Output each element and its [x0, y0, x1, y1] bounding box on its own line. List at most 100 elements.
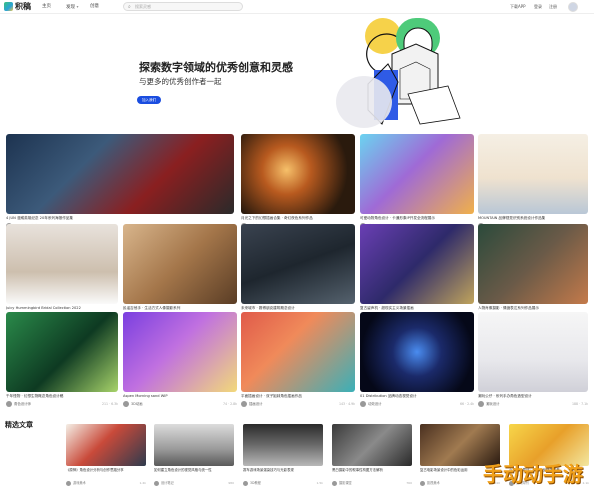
work-card[interactable]: MOUNTAIN 品牌视觉识别系统设计作品集品牌设计64 · 2.2k: [478, 134, 588, 230]
nav-item-creative[interactable]: 创意: [90, 3, 99, 10]
work-title[interactable]: 人物肖像摄影 · 情绪表达系列作品展示: [478, 305, 588, 311]
article-thumbnail[interactable]: [243, 424, 323, 466]
article-views: 760: [406, 481, 412, 485]
logo-icon[interactable]: [4, 2, 13, 11]
work-title[interactable]: 千年怪物 · 幻想生物概念角色设计稿: [6, 393, 118, 399]
register-link[interactable]: 注册: [549, 3, 557, 10]
article-card[interactable]: 《原神》角色设计分析与创作思路分享 游戏美术 1.2k: [66, 424, 146, 488]
author-name[interactable]: 角色设计师: [14, 401, 31, 407]
author-name[interactable]: 摄影课堂: [339, 481, 352, 486]
work-thumbnail[interactable]: [6, 312, 118, 392]
author-name[interactable]: 影视美术: [427, 481, 440, 486]
watermark-logo: 手动动手游: [483, 462, 583, 486]
work-thumbnail[interactable]: [478, 134, 588, 214]
download-app-link[interactable]: 下载APP: [510, 3, 526, 10]
work-card[interactable]: 月光之下的幻想插画合集 · 奇幻夜色系列作品幻想插画家89 · 3.1k: [241, 134, 355, 230]
search-icon: ⌕: [128, 4, 131, 10]
article-views: 1.5k: [316, 481, 323, 485]
work-card[interactable]: 01 Distribution 品牌动态视觉设计动效设计 66 · 2.4k: [360, 312, 474, 408]
author-avatar[interactable]: [360, 401, 366, 407]
article-card[interactable]: 赛车游戏场景渲染技巧与光影表现 3D教程 1.5k: [243, 424, 323, 488]
work-thumbnail[interactable]: [6, 134, 234, 214]
work-title[interactable]: 01 Distribution 品牌动态视觉设计: [360, 393, 474, 399]
work-title[interactable]: MOUNTAIN 品牌视觉识别系统设计作品集: [478, 215, 588, 221]
work-thumbnail[interactable]: [123, 312, 237, 392]
work-thumbnail[interactable]: [360, 312, 474, 392]
article-thumbnail[interactable]: [66, 424, 146, 466]
login-link[interactable]: 登录: [534, 3, 542, 10]
hero-subtitle: 与更多的优秀创作者一起: [139, 77, 222, 86]
work-title[interactable]: 复古留声机 · 超现实主义场景插画: [360, 305, 474, 311]
chevron-down-icon: ▾: [76, 4, 79, 9]
work-card[interactable]: 可爱动物角色设计 · 卡通形象IP开发全流程展示萌宠设计师256 · 8.7k: [360, 134, 474, 230]
author-name[interactable]: 3D动画: [131, 401, 143, 407]
work-card[interactable]: Juicy Hummingbird Bridal Collection 2022…: [6, 224, 118, 320]
articles-section-title: 精选文章: [5, 421, 33, 429]
work-stats: 66 · 2.4k: [459, 402, 474, 406]
work-card[interactable]: 4 JUN 漫威英雄纪念 20年系列海报作品集漫画创作工作室123 · 4.5k: [6, 134, 234, 230]
author-avatar[interactable]: [478, 401, 484, 407]
author-avatar[interactable]: [241, 401, 247, 407]
author-name[interactable]: 设计笔记: [161, 481, 174, 486]
author-name[interactable]: 潮玩设计: [486, 401, 500, 407]
article-thumbnail[interactable]: [332, 424, 412, 466]
nav-item-discover[interactable]: 发现 ▾: [66, 3, 78, 11]
logo-text[interactable]: 积稿: [15, 2, 31, 12]
work-thumbnail[interactable]: [360, 134, 474, 214]
work-thumbnail[interactable]: [360, 224, 474, 304]
article-card[interactable]: 黑白摄影中的叙事性构图方法解析摄影课堂 760: [332, 424, 412, 488]
work-title[interactable]: 未来城市 · 赛博朋克建筑概念设计: [241, 305, 355, 311]
nav-item-home[interactable]: 主页: [42, 3, 51, 10]
author-avatar[interactable]: [66, 481, 71, 486]
join-button[interactable]: 加入我们: [137, 96, 161, 104]
work-card[interactable]: 民谣吉他手 · 生活方式人像摄影系列摄影作品45 · 1.2k: [123, 224, 237, 320]
article-views: 2.1k: [582, 481, 589, 485]
article-card[interactable]: 如何建立角色设计的视觉风格与统一性设计笔记 980: [154, 424, 234, 488]
article-thumbnail[interactable]: [420, 424, 500, 466]
author-name[interactable]: 游戏美术: [73, 481, 86, 486]
article-title[interactable]: 如何建立角色设计的视觉风格与统一性: [154, 468, 234, 473]
article-title[interactable]: 《原神》角色设计分析与创作思路分享: [66, 468, 146, 473]
author-avatar[interactable]: [243, 481, 248, 486]
author-avatar[interactable]: [123, 401, 129, 407]
work-thumbnail[interactable]: [241, 134, 355, 214]
author-avatar[interactable]: [6, 401, 12, 407]
article-title[interactable]: 赛车游戏场景渲染技巧与光影表现: [243, 468, 323, 473]
hero-title: 探索数字领域的优秀创意和灵感: [139, 61, 293, 74]
work-title[interactable]: Aspen Morning sand WIP: [123, 393, 237, 399]
work-card[interactable]: 人物肖像摄影 · 情绪表达系列作品展示人像摄影师58 · 2.0k: [478, 224, 588, 320]
work-card[interactable]: 平面插画设计 · 双子姐妹角色插画作品 插画设计 143 · 4.9k: [241, 312, 355, 408]
work-card[interactable]: 未来城市 · 赛博朋克建筑概念设计概念设计师132 · 5.4k: [241, 224, 355, 320]
author-avatar[interactable]: [332, 481, 337, 486]
work-thumbnail[interactable]: [241, 224, 355, 304]
article-title[interactable]: 黑白摄影中的叙事性构图方法解析: [332, 468, 412, 473]
avatar[interactable]: [568, 2, 578, 12]
work-title[interactable]: 潮玩公仔 · 系列手办角色造型设计: [478, 393, 588, 399]
work-card[interactable]: 复古留声机 · 超现实主义场景插画插画工作室97 · 3.6k: [360, 224, 474, 320]
author-avatar[interactable]: [420, 481, 425, 486]
article-thumbnail[interactable]: [154, 424, 234, 466]
work-stats: 188 · 7.1k: [571, 402, 588, 406]
work-thumbnail[interactable]: [123, 224, 237, 304]
article-views: 980: [228, 481, 234, 485]
work-title[interactable]: 可爱动物角色设计 · 卡通形象IP开发全流程展示: [360, 215, 474, 221]
work-title[interactable]: 月光之下的幻想插画合集 · 奇幻夜色系列作品: [241, 215, 355, 221]
work-thumbnail[interactable]: [478, 312, 588, 392]
article-thumbnail[interactable]: [509, 424, 589, 466]
search-input[interactable]: ⌕ 搜索灵感: [123, 2, 243, 11]
work-thumbnail[interactable]: [478, 224, 588, 304]
author-avatar[interactable]: [154, 481, 159, 486]
work-thumbnail[interactable]: [6, 224, 118, 304]
work-title[interactable]: 平面插画设计 · 双子姐妹角色插画作品: [241, 393, 355, 399]
work-title[interactable]: 民谣吉他手 · 生活方式人像摄影系列: [123, 305, 237, 311]
work-title[interactable]: Juicy Hummingbird Bridal Collection 2022: [6, 305, 118, 311]
author-name[interactable]: 动效设计: [368, 401, 382, 407]
work-thumbnail[interactable]: [241, 312, 355, 392]
work-card[interactable]: Aspen Morning sand WIP 3D动画 74 · 2.8k: [123, 312, 237, 408]
author-name[interactable]: 3D教程: [250, 481, 261, 486]
work-title[interactable]: 4 JUN 漫威英雄纪念 20年系列海报作品集: [6, 215, 234, 221]
work-stats: 211 · 6.3k: [101, 402, 118, 406]
work-card[interactable]: 千年怪物 · 幻想生物概念角色设计稿角色设计师 211 · 6.3k: [6, 312, 118, 408]
author-name[interactable]: 插画设计: [249, 401, 263, 407]
work-card[interactable]: 潮玩公仔 · 系列手办角色造型设计潮玩设计 188 · 7.1k: [478, 312, 588, 408]
